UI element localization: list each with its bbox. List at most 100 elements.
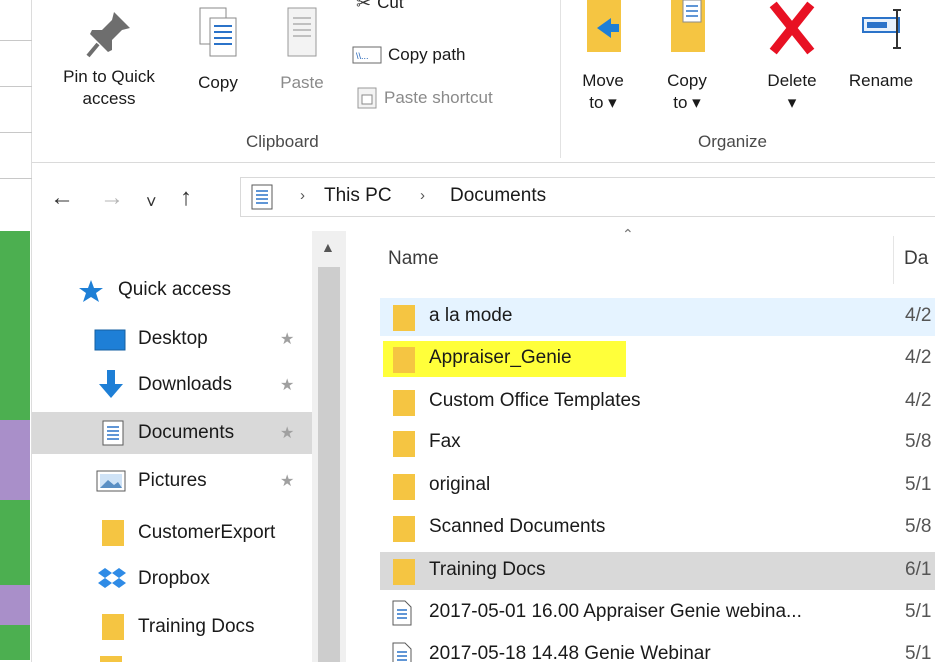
delete-label: Delete (767, 71, 817, 90)
cut-label: Cut (377, 0, 404, 12)
paste-icon (287, 7, 317, 57)
nav-item-label: Documents (138, 422, 235, 443)
file-date: 4/2 (905, 390, 932, 411)
pin-label-line2: access (82, 89, 136, 108)
up-button[interactable]: ↑ (180, 186, 192, 210)
breadcrumb-this-pc[interactable]: This PC (324, 185, 392, 207)
cut-button[interactable]: ✂ Cut (356, 0, 404, 14)
star-icon (78, 278, 106, 302)
file-row[interactable]: 2017-05-18 14.48 Genie Webinar 5/1 (380, 636, 935, 662)
scissors-icon: ✂ (356, 0, 372, 13)
file-row[interactable]: Appraiser_Genie 4/2 (380, 340, 935, 378)
copy-path-icon: \\... (352, 46, 382, 64)
download-arrow-icon (98, 370, 126, 398)
file-name: Scanned Documents (429, 516, 606, 537)
nav-item-label: Training Docs (138, 616, 255, 637)
pin-label-line1: Pin to Quick (63, 67, 155, 86)
rename-label: Rename (848, 71, 914, 90)
file-row[interactable]: Custom Office Templates 4/2 (380, 383, 935, 421)
file-row[interactable]: Scanned Documents 5/8 (380, 509, 935, 547)
file-name: a la mode (429, 305, 513, 326)
file-row[interactable]: 2017-05-01 16.00 Appraiser Genie webina.… (380, 594, 935, 632)
paste-shortcut-icon (357, 87, 377, 109)
copy-path-label: Copy path (388, 45, 466, 64)
file-name: Training Docs (429, 559, 546, 580)
file-row[interactable]: Training Docs 6/1 (380, 552, 935, 590)
move-to-icon (587, 0, 621, 52)
folder-icon (392, 346, 416, 373)
paste-button[interactable]: Paste (270, 2, 334, 122)
column-header-date[interactable]: Da (904, 248, 928, 270)
documents-location-icon (251, 184, 273, 210)
pinned-icon: ★ (280, 473, 295, 490)
file-date: 5/1 (905, 474, 932, 495)
scrollbar-thumb[interactable] (318, 267, 340, 662)
copy-to-label-line1: Copy (667, 71, 707, 90)
copy-to-button[interactable]: Copy to ▾ (656, 0, 718, 130)
file-name: Custom Office Templates (429, 390, 641, 411)
svg-text:\\...: \\... (356, 51, 369, 61)
folder-icon (392, 389, 416, 416)
nav-item-dropbox[interactable]: Dropbox (32, 558, 312, 600)
sort-ascending-icon: ⌃ (622, 226, 634, 242)
clipboard-group-label: Clipboard (246, 132, 319, 151)
ribbon-group-separator (560, 0, 561, 158)
back-button[interactable]: ← (50, 186, 74, 210)
pictures-icon (96, 469, 126, 493)
background-window-edge (0, 0, 32, 662)
folder-icon (100, 518, 128, 546)
column-divider[interactable] (893, 236, 894, 284)
copy-path-button[interactable]: \\... Copy path (352, 44, 466, 66)
move-to-label-line2: to ▾ (589, 93, 617, 112)
file-row[interactable]: original 5/1 (380, 467, 935, 505)
nav-item-customerexport[interactable]: CustomerExport (32, 512, 312, 554)
file-date: 4/2 (905, 305, 932, 326)
file-date: 5/1 (905, 643, 932, 662)
nav-item-downloads[interactable]: Downloads ★ (32, 364, 312, 406)
nav-item-training-docs[interactable]: Training Docs (32, 606, 312, 648)
file-name: 2017-05-18 14.48 Genie Webinar (429, 643, 711, 662)
pin-to-quick-access-button[interactable]: Pin to Quick access (44, 2, 174, 122)
nav-item-pictures[interactable]: Pictures ★ (32, 460, 312, 502)
organize-group-label: Organize (698, 132, 767, 151)
paste-label: Paste (280, 73, 324, 92)
folder-icon (100, 656, 122, 662)
forward-button[interactable]: → (100, 186, 124, 210)
nav-item-quick-access[interactable]: Quick access (32, 269, 312, 311)
rename-icon (862, 9, 901, 49)
column-header-name[interactable]: Name (388, 248, 439, 270)
nav-item-documents[interactable]: Documents ★ (32, 412, 312, 454)
copy-button[interactable]: Copy (186, 2, 250, 122)
file-date: 5/1 (905, 601, 932, 622)
file-row[interactable]: Fax 5/8 (380, 424, 935, 462)
paste-shortcut-button[interactable]: Paste shortcut (356, 86, 493, 110)
move-to-button[interactable]: Move to ▾ (572, 0, 634, 130)
nav-item-label: Quick access (118, 279, 231, 300)
breadcrumb-separator: › (300, 187, 305, 204)
breadcrumb-documents[interactable]: Documents (450, 185, 546, 207)
copy-to-label-line2: to ▾ (673, 93, 701, 112)
recent-locations-button[interactable]: ˅ (146, 190, 157, 214)
folder-icon (100, 612, 128, 640)
folder-icon (392, 473, 416, 500)
document-file-icon (392, 600, 416, 626)
nav-item-desktop[interactable]: Desktop ★ (32, 318, 312, 360)
document-file-icon (392, 642, 416, 662)
rename-button[interactable]: Rename (836, 0, 926, 130)
file-row[interactable]: a la mode 4/2 (380, 298, 935, 336)
copy-label: Copy (198, 73, 238, 92)
paste-shortcut-label: Paste shortcut (384, 88, 493, 107)
file-date: 6/1 (905, 559, 932, 580)
navigation-scrollbar[interactable]: ▲ (312, 231, 346, 662)
pinned-icon: ★ (280, 425, 295, 442)
scroll-up-arrow-icon[interactable]: ▲ (321, 239, 335, 255)
folder-icon (392, 304, 416, 331)
pinned-icon: ★ (280, 377, 295, 394)
file-date: 5/8 (905, 431, 932, 452)
folder-icon (392, 558, 416, 585)
desktop-icon (94, 328, 126, 352)
delete-dropdown-arrow[interactable]: ▾ (752, 92, 832, 114)
file-date: 4/2 (905, 347, 932, 368)
folder-icon (392, 515, 416, 542)
delete-button[interactable]: Delete ▾ (752, 0, 832, 130)
